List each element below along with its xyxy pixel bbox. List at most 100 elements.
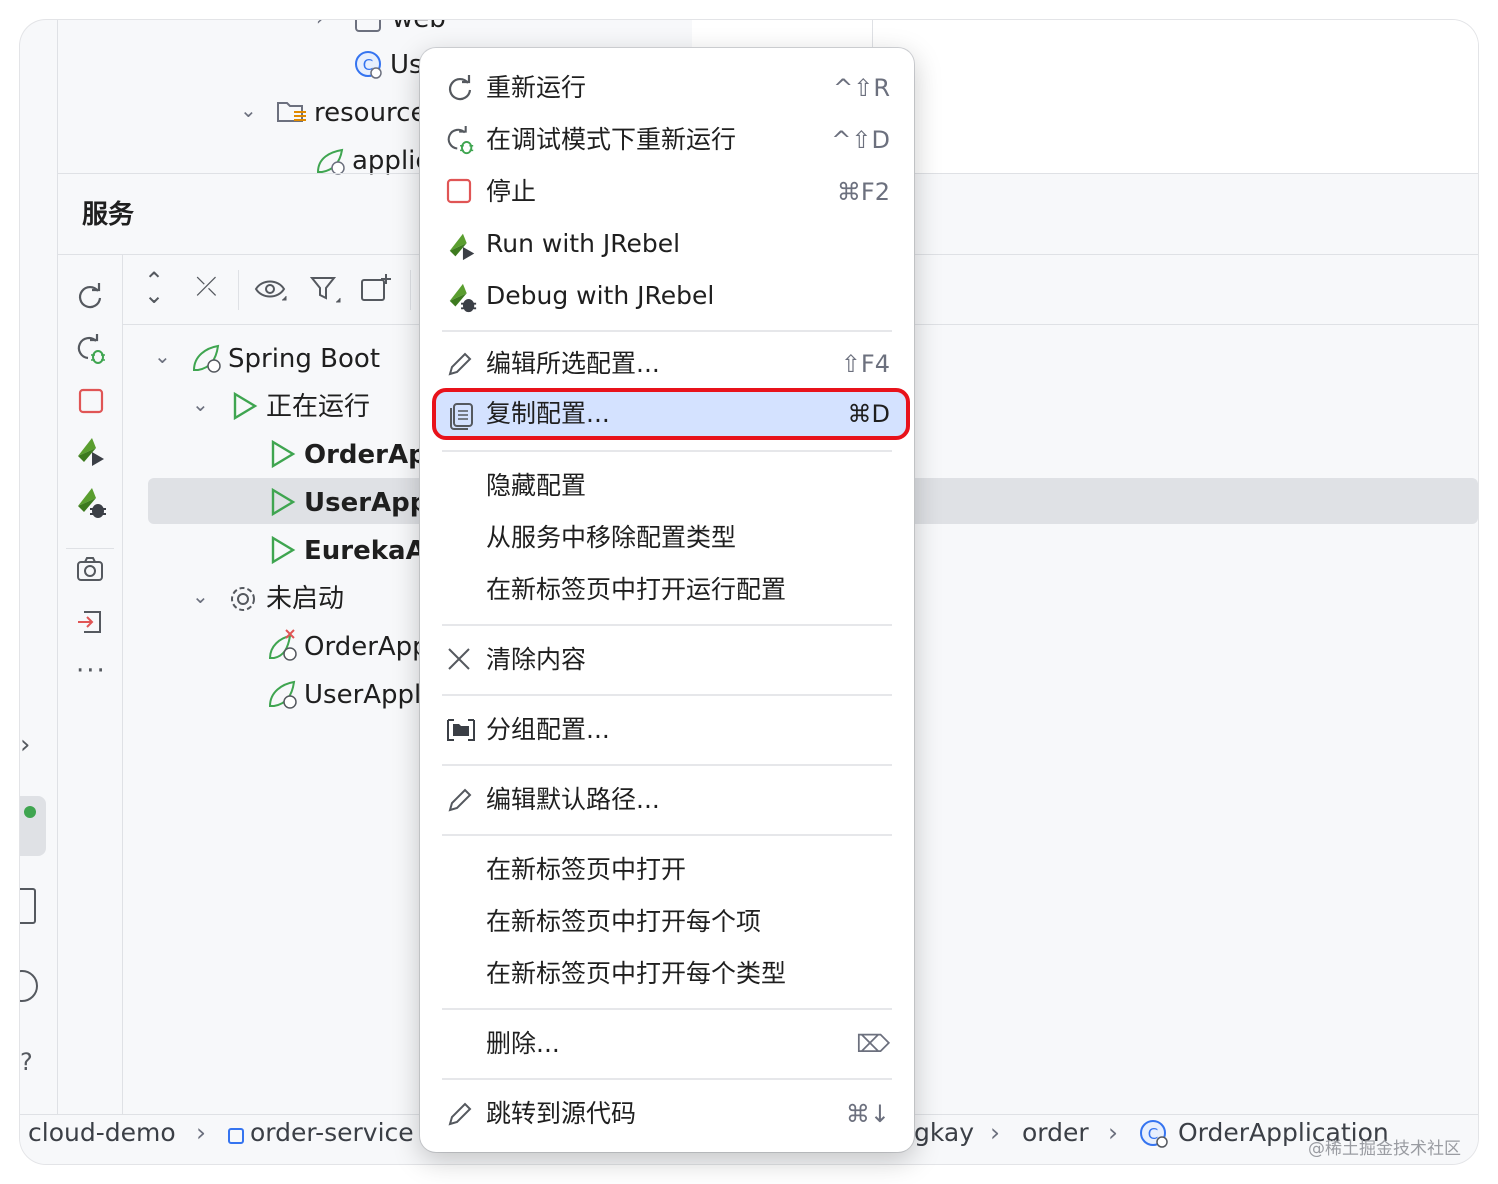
chevron-down-icon[interactable]: ⌄: [192, 392, 209, 416]
rerun-icon: [446, 74, 474, 102]
menu-item-stop[interactable]: 停止 ⌘F2: [420, 168, 914, 216]
menu-item-copy-config-highlight[interactable]: 复制配置... ⌘D: [432, 388, 910, 440]
pencil-icon: [446, 350, 474, 378]
menu-item-open-in-new-tab[interactable]: 在新标签页中打开: [420, 846, 914, 894]
exit-icon[interactable]: [76, 608, 104, 636]
menu-item-remove-type[interactable]: 从服务中移除配置类型: [420, 514, 914, 562]
rerun-debug-icon[interactable]: [76, 334, 108, 366]
jrebel-run-icon[interactable]: [74, 434, 108, 468]
folder-group-icon: [446, 716, 475, 744]
tree-item-user-class[interactable]: Us: [390, 48, 423, 82]
status-dot-icon: [24, 806, 36, 818]
menu-item-label: 从服务中移除配置类型: [486, 523, 737, 552]
services-tool-button[interactable]: [20, 796, 46, 856]
breadcrumb-item[interactable]: order: [1022, 1116, 1089, 1150]
gear-icon: [228, 584, 258, 614]
resources-folder-icon: [276, 98, 310, 126]
spring-boot-error-icon: [266, 628, 300, 662]
new-tab-icon[interactable]: [360, 272, 394, 304]
menu-item-edit-default-path[interactable]: 编辑默认路径...: [420, 776, 914, 824]
breadcrumb-separator: ›: [196, 1118, 206, 1147]
menu-item-edit-config[interactable]: 编辑所选配置... ⇧F4: [420, 340, 914, 388]
menu-item-label: 清除内容: [486, 645, 587, 674]
menu-item-group-config[interactable]: 分组配置...: [420, 706, 914, 754]
jrebel-run-icon: [446, 230, 475, 261]
services-panel-title: 服务: [82, 200, 135, 230]
tree-item-running-group[interactable]: 正在运行: [266, 390, 370, 424]
menu-item-jump-to-source[interactable]: 跳转到源代码 ⌘↓: [420, 1090, 914, 1138]
collapse-all-icon[interactable]: ⤫: [196, 272, 217, 303]
copy-icon: [448, 402, 476, 430]
tree-item-web[interactable]: web: [392, 20, 446, 36]
menu-item-rerun[interactable]: 重新运行 ^⇧R: [420, 64, 914, 112]
menu-item-label: 在新标签页中打开运行配置: [486, 575, 787, 604]
eye-icon[interactable]: [254, 276, 290, 304]
spring-boot-icon: [266, 678, 300, 710]
filter-icon[interactable]: [310, 274, 342, 306]
menu-item-open-run-config-tab[interactable]: 在新标签页中打开运行配置: [420, 566, 914, 614]
chevron-down-icon[interactable]: ⌄: [240, 98, 257, 122]
menu-item-label: 在调试模式下重新运行: [486, 125, 737, 154]
chevron-down-icon[interactable]: ⌄: [192, 584, 209, 608]
breadcrumb-item[interactable]: order-service: [250, 1116, 414, 1150]
stop-icon: [446, 178, 474, 206]
more-icon[interactable]: ···: [76, 656, 107, 686]
folder-icon: [354, 20, 382, 34]
menu-item-label: 删除...: [486, 1029, 560, 1058]
spring-config-icon: [314, 146, 348, 176]
watermark: @稀土掘金技术社区: [1308, 1139, 1461, 1159]
menu-item-label: 分组配置...: [486, 715, 610, 744]
tool-icon[interactable]: [20, 970, 38, 1002]
tree-item-resources[interactable]: resource: [314, 96, 426, 130]
tree-item-running-app[interactable]: UserAppl: [304, 486, 437, 520]
pencil-icon: [446, 786, 474, 814]
menu-item-run-jrebel[interactable]: Run with JRebel: [420, 220, 914, 268]
pencil-icon: [446, 1100, 474, 1128]
spring-boot-icon: [190, 342, 224, 374]
class-icon: C: [354, 50, 384, 80]
run-icon: [270, 536, 296, 564]
menu-item-delete[interactable]: 删除... ⌦: [420, 1020, 914, 1068]
run-icon: [270, 440, 296, 468]
menu-item-hide-config[interactable]: 隐藏配置: [420, 462, 914, 510]
menu-item-debug-jrebel[interactable]: Debug with JRebel: [420, 272, 914, 320]
menu-item-label: Debug with JRebel: [486, 281, 715, 310]
menu-item-label: 在新标签页中打开: [486, 855, 687, 884]
menu-item-label: Run with JRebel: [486, 229, 681, 258]
chevron-right-icon[interactable]: ›: [20, 730, 30, 760]
tree-item-stopped-group[interactable]: 未启动: [266, 582, 344, 616]
menu-item-clear-content[interactable]: 清除内容: [420, 636, 914, 684]
tool-icon[interactable]: ?: [20, 1048, 33, 1076]
jrebel-debug-icon[interactable]: [74, 486, 108, 520]
tree-item-spring-boot[interactable]: Spring Boot: [228, 342, 380, 376]
breadcrumb-separator: ›: [1108, 1118, 1118, 1147]
tree-item-stopped-app[interactable]: UserAppli: [304, 678, 429, 712]
menu-item-label: 重新运行: [486, 73, 587, 102]
jrebel-debug-icon: [446, 282, 477, 313]
menu-item-open-each-type[interactable]: 在新标签页中打开每个类型: [420, 950, 914, 998]
delete-key-icon: ⌦: [856, 1030, 890, 1058]
menu-item-shortcut: ⌘F2: [836, 178, 890, 206]
menu-item-open-each-item[interactable]: 在新标签页中打开每个项: [420, 898, 914, 946]
menu-item-shortcut: ^⇧R: [833, 74, 890, 102]
rerun-debug-icon: [446, 126, 474, 155]
run-icon: [232, 392, 258, 420]
menu-item-shortcut: ⇧F4: [840, 350, 890, 378]
camera-icon[interactable]: [76, 556, 104, 582]
breadcrumb-item[interactable]: gkay: [914, 1116, 974, 1150]
rerun-icon[interactable]: [76, 282, 104, 310]
run-icon: [270, 488, 296, 516]
menu-item-label: 在新标签页中打开每个项: [486, 907, 762, 936]
menu-item-label: 编辑所选配置...: [486, 349, 660, 378]
tool-icon[interactable]: [20, 888, 36, 924]
chevron-down-icon[interactable]: ⌄: [154, 344, 171, 368]
menu-item-label: 在新标签页中打开每个类型: [486, 959, 787, 988]
expand-collapse-icon[interactable]: ⌃ ⌄: [144, 269, 164, 307]
chevron-right-icon[interactable]: ›: [316, 20, 324, 30]
breadcrumb-item[interactable]: cloud-demo: [28, 1116, 176, 1150]
menu-item-rerun-debug[interactable]: 在调试模式下重新运行 ^⇧D: [420, 116, 914, 164]
menu-item-shortcut: ^⇧D: [831, 126, 890, 154]
stop-icon[interactable]: [78, 388, 104, 414]
tree-item-stopped-app[interactable]: OrderApp: [304, 630, 429, 664]
class-icon: C: [1138, 1118, 1170, 1150]
